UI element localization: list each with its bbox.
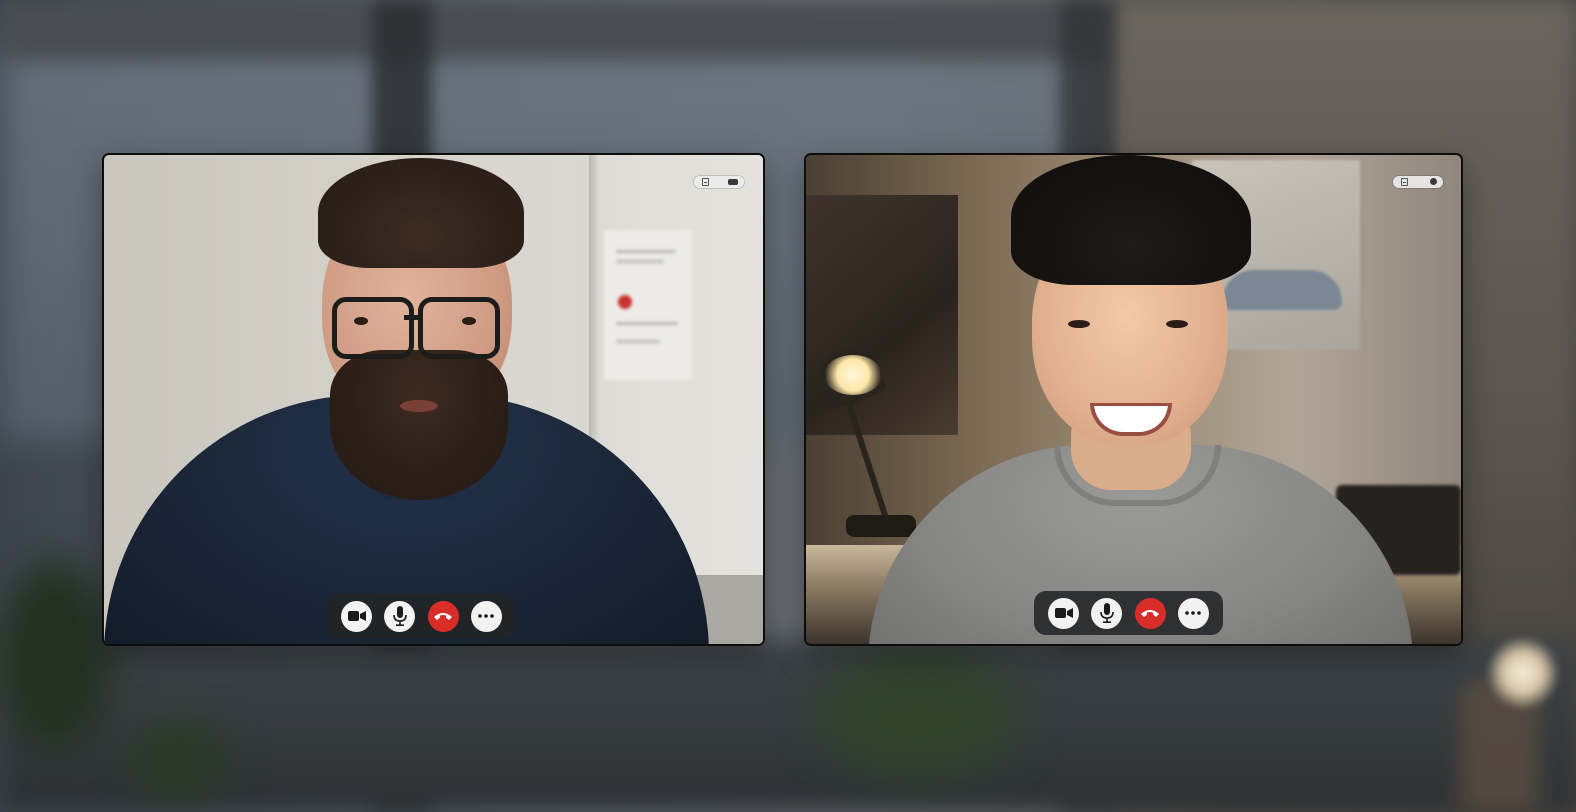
tile-status-indicator[interactable] [694, 176, 744, 188]
background-plant [0, 560, 110, 750]
call-controls-right [1034, 591, 1223, 635]
background-plant [820, 655, 1020, 775]
participant-eye [1166, 320, 1188, 328]
participant-eye [1068, 320, 1090, 328]
video-feed-left [104, 155, 763, 644]
end-call-button[interactable] [427, 600, 459, 632]
background-notice [604, 230, 692, 380]
video-camera-button[interactable] [341, 600, 373, 632]
end-call-icon [1141, 610, 1160, 617]
more-options-icon [478, 614, 495, 618]
participant-mouth [400, 400, 438, 412]
more-options-button[interactable] [1177, 597, 1209, 629]
more-options-icon [1185, 611, 1202, 615]
call-controls-left [327, 594, 516, 638]
background-plant [130, 720, 230, 800]
video-tile-right[interactable] [804, 153, 1463, 646]
sidebar-icon [1401, 178, 1408, 186]
notice-line [616, 322, 678, 325]
video-tile-left[interactable] [102, 153, 765, 646]
notice-line [616, 260, 664, 263]
desk-lamp-light [824, 355, 882, 395]
tile-status-indicator[interactable] [1393, 176, 1443, 188]
participant-hair [318, 158, 524, 268]
microphone-icon [1100, 603, 1114, 623]
background-lamp-glow [1488, 638, 1558, 708]
video-camera-icon [347, 611, 366, 621]
battery-icon [728, 179, 738, 185]
record-icon [1430, 178, 1437, 185]
end-call-button[interactable] [1134, 597, 1166, 629]
participant-beard [330, 350, 508, 500]
microphone-button[interactable] [1091, 597, 1123, 629]
microphone-icon [393, 606, 407, 626]
sidebar-icon [702, 178, 709, 186]
participant-glasses-lens [418, 297, 500, 359]
participant-glasses-lens [332, 297, 414, 359]
microphone-button[interactable] [384, 600, 416, 632]
poster-car [1222, 270, 1342, 310]
desk-lamp-base [846, 515, 916, 537]
video-camera-icon [1054, 608, 1073, 618]
notice-line [616, 250, 676, 253]
participant-glasses-bridge [404, 315, 418, 320]
video-feed-right [806, 155, 1461, 644]
participant-hair [1011, 155, 1251, 285]
background-floor [0, 640, 1576, 812]
end-call-icon [434, 613, 453, 620]
notice-dot [618, 295, 632, 309]
notice-line [616, 340, 660, 343]
more-options-button[interactable] [470, 600, 502, 632]
video-camera-button[interactable] [1048, 597, 1080, 629]
